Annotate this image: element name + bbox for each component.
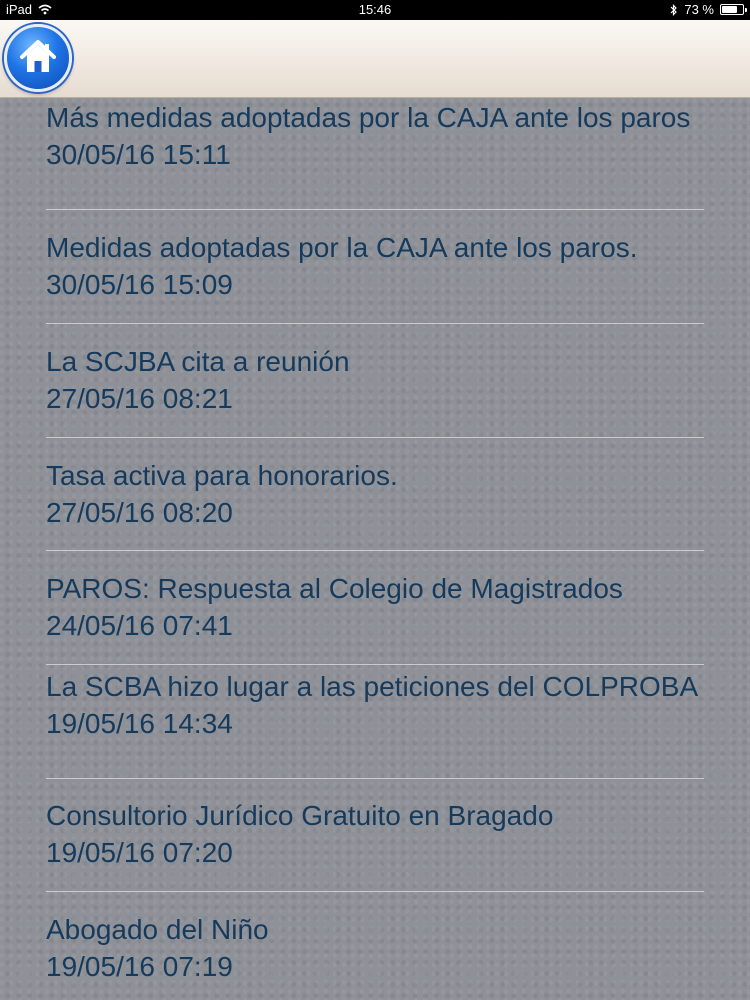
news-date: 19/05/16 07:19 — [46, 951, 233, 982]
status-time: 15:46 — [358, 2, 392, 17]
list-item[interactable]: Tasa activa para honorarios. 27/05/16 08… — [46, 438, 704, 551]
list-item[interactable]: PAROS: Respuesta al Colegio de Magistrad… — [46, 551, 704, 665]
news-date: 30/05/16 15:09 — [46, 269, 233, 300]
status-right: 73 % — [670, 2, 747, 17]
news-date: 27/05/16 08:20 — [46, 497, 233, 528]
app-header — [0, 20, 750, 98]
list-item[interactable]: Más medidas adoptadas por la CAJA ante l… — [46, 98, 704, 210]
news-list: Más medidas adoptadas por la CAJA ante l… — [0, 98, 750, 1000]
news-title: Medidas adoptadas por la CAJA ante los p… — [46, 232, 638, 263]
news-date: 19/05/16 07:20 — [46, 837, 233, 868]
list-item[interactable]: Medidas adoptadas por la CAJA ante los p… — [46, 210, 704, 324]
news-title: La SCBA hizo lugar a las peticiones del … — [46, 671, 699, 702]
news-title: La SCJBA cita a reunión — [46, 346, 350, 377]
battery-percent: 73 % — [684, 2, 714, 17]
status-bar: iPad 15:46 73 % — [0, 0, 750, 20]
list-item[interactable]: La SCBA hizo lugar a las peticiones del … — [46, 665, 704, 779]
bluetooth-icon — [670, 3, 678, 16]
battery-fill — [722, 6, 737, 13]
news-title: PAROS: Respuesta al Colegio de Magistrad… — [46, 573, 623, 604]
news-date: 30/05/16 15:11 — [46, 139, 231, 170]
home-button[interactable] — [4, 24, 72, 92]
list-item[interactable]: Abogado del Niño 19/05/16 07:19 — [46, 892, 704, 1000]
news-title: Tasa activa para honorarios. — [46, 460, 398, 491]
list-item[interactable]: Consultorio Jurídico Gratuito en Bragado… — [46, 779, 704, 892]
home-icon — [20, 40, 56, 72]
news-date: 24/05/16 07:41 — [46, 610, 233, 641]
battery-icon — [720, 4, 747, 15]
list-item[interactable]: La SCJBA cita a reunión 27/05/16 08:21 — [46, 324, 704, 438]
news-title: Abogado del Niño — [46, 914, 269, 945]
news-title: Más medidas adoptadas por la CAJA ante l… — [46, 102, 691, 133]
news-date: 19/05/16 14:34 — [46, 708, 233, 739]
news-date: 27/05/16 08:21 — [46, 383, 233, 414]
news-title: Consultorio Jurídico Gratuito en Bragado — [46, 800, 554, 831]
